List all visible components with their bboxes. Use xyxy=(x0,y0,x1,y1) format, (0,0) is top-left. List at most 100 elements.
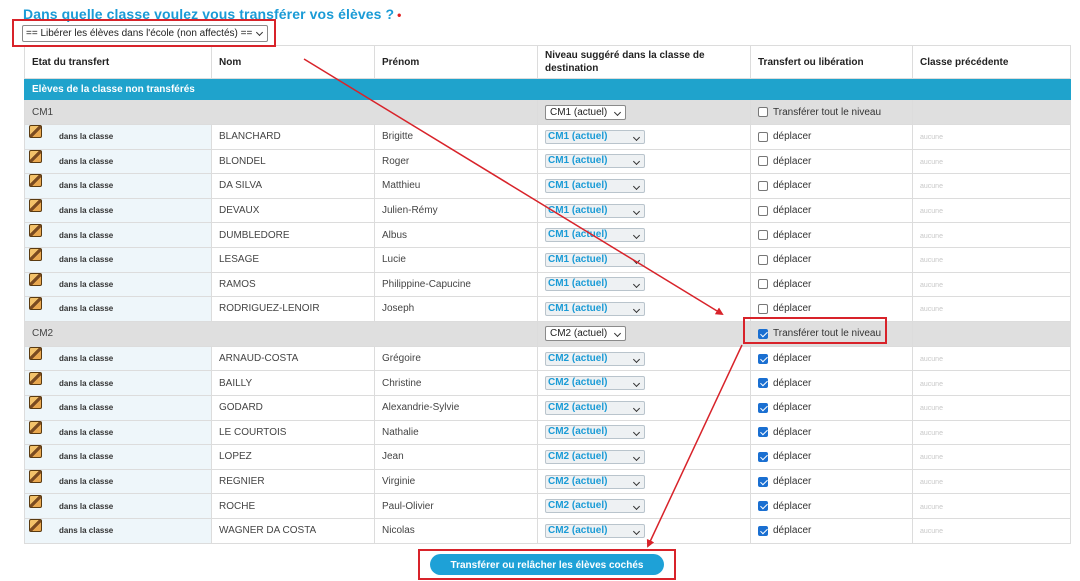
transfer-all-checkbox[interactable] xyxy=(758,107,768,117)
transfer-all-toggle[interactable]: Transférer tout le niveau xyxy=(758,328,905,339)
pupil-level-select[interactable]: CM1 (actuel) xyxy=(545,252,645,267)
move-toggle[interactable]: déplacer xyxy=(758,230,905,241)
move-checkbox[interactable] xyxy=(758,156,768,167)
pupil-level-select[interactable]: CM2 (actuel) xyxy=(545,376,645,391)
state-label: dans la classe xyxy=(59,230,114,240)
move-label: déplacer xyxy=(773,377,812,389)
pupil-level-select[interactable]: CM1 (actuel) xyxy=(545,154,645,169)
state-cell: dans la classe xyxy=(24,345,212,372)
move-checkbox[interactable] xyxy=(758,205,768,216)
move-toggle[interactable]: déplacer xyxy=(758,205,905,216)
move-checkbox[interactable] xyxy=(758,279,768,290)
move-toggle[interactable]: déplacer xyxy=(758,476,905,487)
previous-class: aucune xyxy=(912,370,1071,396)
move-checkbox[interactable] xyxy=(758,427,768,438)
move-checkbox[interactable] xyxy=(758,254,768,265)
pupil-level-select[interactable]: CM1 (actuel) xyxy=(545,301,645,316)
state-label: dans la classe xyxy=(59,132,114,142)
state-label: dans la classe xyxy=(59,501,114,511)
state-label: dans la classe xyxy=(59,304,114,314)
pupil-level-select[interactable]: CM2 (actuel) xyxy=(545,523,645,538)
pupil-status-icon xyxy=(29,174,42,188)
transfer-all-checkbox[interactable] xyxy=(758,328,768,339)
move-checkbox[interactable] xyxy=(758,402,768,413)
pupil-level-select[interactable]: CM2 (actuel) xyxy=(545,400,645,415)
move-checkbox[interactable] xyxy=(758,501,768,512)
pupil-status-icon xyxy=(29,273,42,286)
state-wrap: dans la classe xyxy=(29,347,204,365)
move-checkbox[interactable] xyxy=(758,451,768,462)
move-toggle[interactable]: déplacer xyxy=(758,525,905,536)
move-label: déplacer xyxy=(773,254,812,266)
destination-select-value: == Libérer les élèves dans l'école (non … xyxy=(26,28,253,39)
pupil-level-select[interactable]: CM2 (actuel) xyxy=(545,425,645,440)
move-toggle[interactable]: déplacer xyxy=(758,156,905,167)
table-row: dans la classe GODARD Alexandrie-Sylvie CM2… xyxy=(24,394,1071,421)
move-checkbox[interactable] xyxy=(758,378,768,389)
move-toggle[interactable]: déplacer xyxy=(758,402,905,413)
pupil-level-select[interactable]: CM2 (actuel) xyxy=(545,449,645,464)
pupil-firstname: Grégoire xyxy=(374,345,538,372)
pupil-level-select[interactable]: CM1 (actuel) xyxy=(545,277,645,292)
move-toggle[interactable]: déplacer xyxy=(758,427,905,438)
previous-class: aucune xyxy=(912,197,1071,224)
level-default-select[interactable]: CM1 (actuel) xyxy=(545,104,627,120)
pupil-level-select[interactable]: CM1 (actuel) xyxy=(545,228,645,243)
state-label: dans la classe xyxy=(59,378,114,388)
submit-transfer-button[interactable]: Transférer ou relâcher les élèves cochés xyxy=(430,554,664,575)
move-checkbox[interactable] xyxy=(758,230,768,241)
pupil-lastname: RAMOS xyxy=(211,271,375,298)
level-name: CM2 xyxy=(24,320,538,347)
move-checkbox[interactable] xyxy=(758,476,768,487)
pupil-status-icon xyxy=(29,297,42,311)
pupil-level-select[interactable]: CM2 (actuel) xyxy=(545,474,645,489)
move-toggle[interactable]: déplacer xyxy=(758,303,905,314)
transfer-cell: déplacer xyxy=(750,124,913,150)
state-label: dans la classe xyxy=(59,427,114,437)
pupil-firstname: Alexandrie-Sylvie xyxy=(374,394,538,421)
move-checkbox[interactable] xyxy=(758,303,768,314)
move-toggle[interactable]: déplacer xyxy=(758,180,905,191)
state-wrap: dans la classe xyxy=(29,248,204,266)
table-row: dans la classe DUMBLEDORE Albus CM1 (actuel… xyxy=(24,222,1071,248)
move-toggle[interactable]: déplacer xyxy=(758,501,905,512)
pupil-lastname: BAILLY xyxy=(211,370,375,396)
pupil-lastname: REGNIER xyxy=(211,468,375,495)
move-label: déplacer xyxy=(773,353,812,365)
state-wrap: dans la classe xyxy=(29,150,204,168)
pupil-lastname: RODRIGUEZ-LENOIR xyxy=(211,296,375,322)
previous-class: aucune xyxy=(912,296,1071,322)
move-checkbox[interactable] xyxy=(758,131,768,142)
move-checkbox[interactable] xyxy=(758,353,768,364)
table-row: dans la classe ARNAUD-COSTA Grégoire CM2 (a… xyxy=(24,345,1071,372)
state-label: dans la classe xyxy=(59,452,114,462)
previous-class: aucune xyxy=(912,271,1071,298)
move-toggle[interactable]: déplacer xyxy=(758,279,905,290)
state-label: dans la classe xyxy=(59,181,114,191)
pupil-level-select[interactable]: CM2 (actuel) xyxy=(545,351,645,366)
pupil-level-select[interactable]: CM2 (actuel) xyxy=(545,499,645,514)
move-checkbox[interactable] xyxy=(758,525,768,536)
pupil-firstname: Albus xyxy=(374,222,538,248)
move-toggle[interactable]: déplacer xyxy=(758,451,905,462)
transfer-all-toggle[interactable]: Transférer tout le niveau xyxy=(758,107,905,118)
move-label: déplacer xyxy=(773,205,812,217)
level-default-select[interactable]: CM2 (actuel) xyxy=(545,326,627,342)
move-toggle[interactable]: déplacer xyxy=(758,378,905,389)
pupil-lastname: DUMBLEDORE xyxy=(211,222,375,248)
pupil-firstname: Christine xyxy=(374,370,538,396)
move-checkbox[interactable] xyxy=(758,180,768,191)
transfer-cell: déplacer xyxy=(750,419,913,446)
pupil-level-select[interactable]: CM1 (actuel) xyxy=(545,178,645,193)
move-toggle[interactable]: déplacer xyxy=(758,353,905,364)
pupil-firstname: Philippine-Capucine xyxy=(374,271,538,298)
move-toggle[interactable]: déplacer xyxy=(758,131,905,142)
table-row: dans la classe DA SILVA Matthieu CM1 (actue… xyxy=(24,173,1071,199)
previous-class: aucune xyxy=(912,148,1071,175)
move-toggle[interactable]: déplacer xyxy=(758,254,905,265)
table-row: dans la classe REGNIER Virginie CM2 (actuel… xyxy=(24,468,1071,495)
pupil-level-select[interactable]: CM1 (actuel) xyxy=(545,129,645,144)
pupil-level-select[interactable]: CM1 (actuel) xyxy=(545,203,645,218)
pupil-firstname: Julien-Rémy xyxy=(374,197,538,224)
destination-class-select[interactable]: == Libérer les élèves dans l'école (non … xyxy=(22,25,268,42)
